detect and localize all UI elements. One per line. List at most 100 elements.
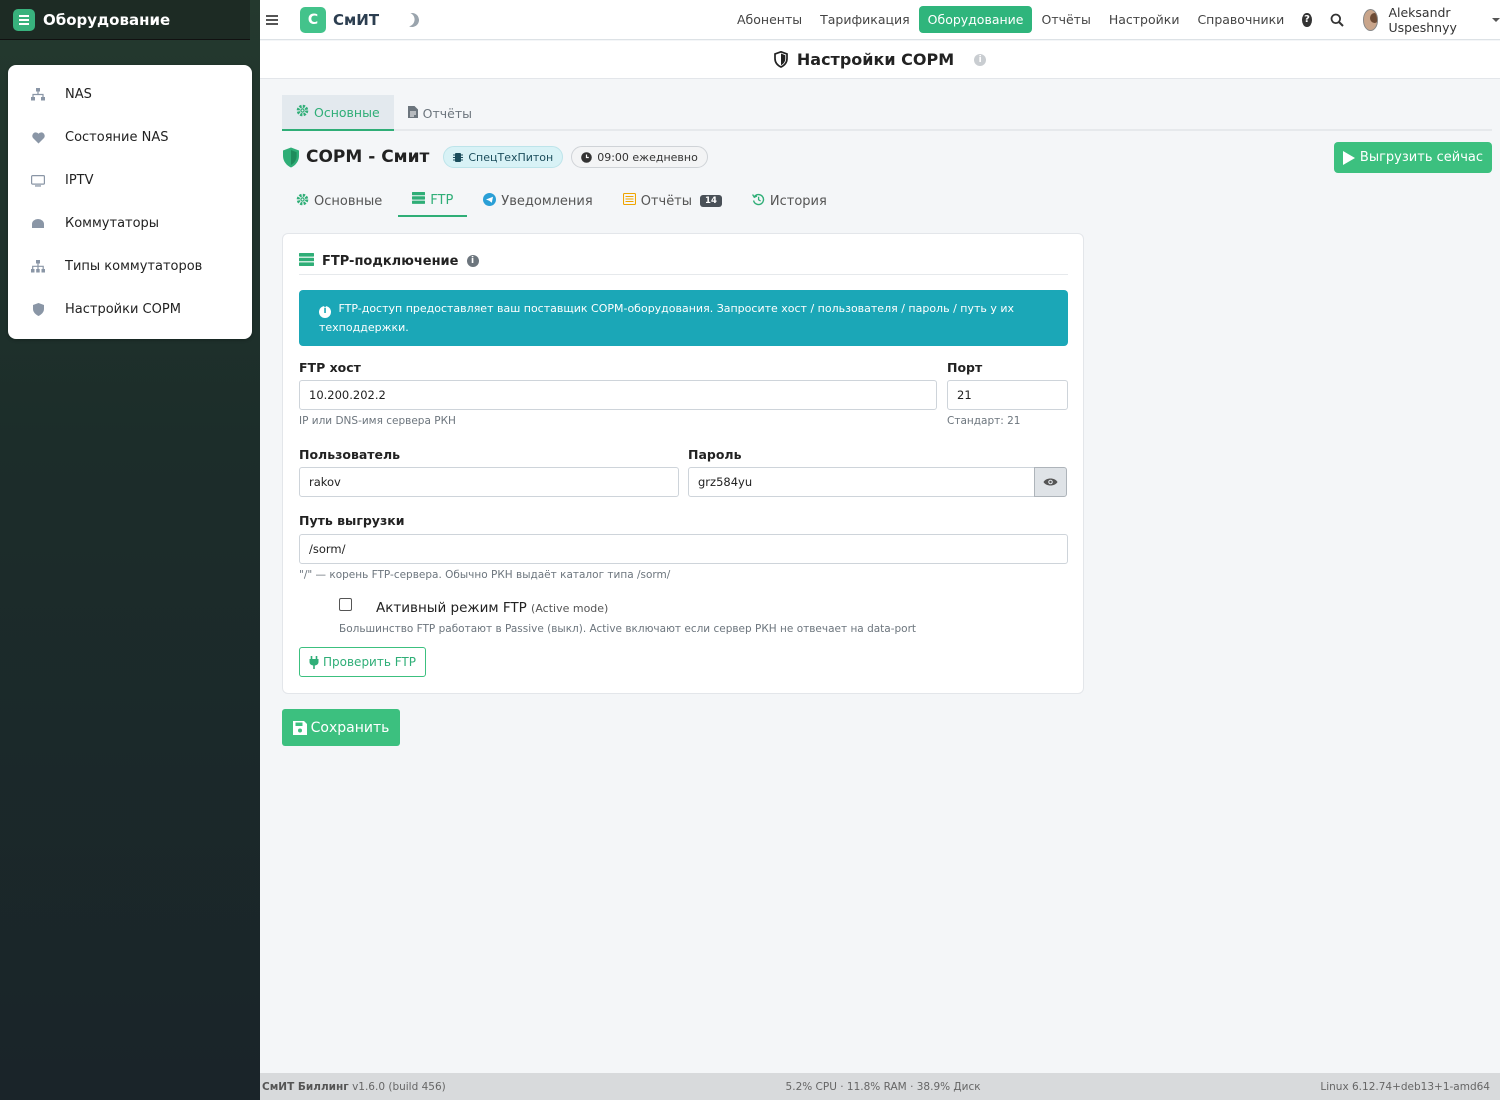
ftp-path-input[interactable]: /sorm/ — [299, 534, 1068, 564]
user-name[interactable]: Aleksandr Uspeshnyy — [1388, 5, 1480, 35]
tab-label: Отчёты — [422, 105, 472, 121]
tab-main[interactable]: Основные — [282, 95, 394, 131]
floppy-icon — [292, 720, 307, 735]
ftp-card-header: FTP-подключение i — [299, 248, 1068, 275]
tab-reports-list[interactable]: Отчёты 14 — [609, 185, 736, 217]
sidebar-item-nas[interactable]: NAS — [8, 73, 252, 116]
shield-icon — [30, 303, 46, 317]
export-now-button[interactable]: Выгрузить сейчас — [1333, 142, 1492, 173]
sidebar-item-switch-types[interactable]: Типы коммутаторов — [8, 245, 252, 288]
nav-link-billing[interactable]: Тарификация — [811, 6, 919, 33]
help-icon[interactable]: ? — [1302, 12, 1312, 27]
search-icon[interactable] — [1330, 13, 1344, 27]
ftp-password-input[interactable]: grz584yu — [688, 467, 1035, 497]
sidebar: Оборудование NAS Состояние NAS IPTV Комм… — [0, 0, 260, 1100]
ftp-port-label: Порт — [947, 360, 983, 375]
ftp-info-alert: i FTP-доступ предоставляет ваш поставщик… — [299, 290, 1068, 346]
alert-text-2: техподдержки. — [319, 321, 409, 334]
schedule-badge-text: 09:00 ежедневно — [597, 150, 698, 164]
ftp-host-input[interactable]: 10.200.202.2 — [299, 380, 937, 410]
tab-label: Уведомления — [501, 193, 593, 209]
logo-text[interactable]: СмИТ — [333, 11, 379, 29]
vendor-badge: СпецТехПитон — [443, 146, 564, 168]
tab-label: FTP — [430, 192, 454, 208]
ftp-port-input[interactable]: 21 — [947, 380, 1068, 410]
schedule-badge: 09:00 ежедневно — [571, 146, 708, 168]
ftp-host-label: FTP хост — [299, 360, 361, 375]
ftp-path-hint: "/" — корень FTP-сервера. Обычно РКН выд… — [299, 569, 671, 581]
network-icon — [30, 88, 46, 102]
info-icon[interactable]: i — [466, 255, 479, 267]
history-icon — [751, 193, 765, 210]
show-password-button[interactable] — [1034, 467, 1067, 497]
server-icon — [13, 8, 35, 31]
page-header: Настройки СОРМ i — [260, 41, 1500, 79]
sidebar-item-iptv[interactable]: IPTV — [8, 159, 252, 202]
tv-icon — [30, 174, 46, 188]
menu-toggle-icon[interactable] — [266, 18, 278, 21]
top-tabs: Основные Отчёты — [282, 95, 1492, 131]
logo-icon[interactable]: С — [300, 6, 326, 33]
active-mode-checkbox[interactable] — [339, 598, 352, 611]
file-icon — [407, 105, 418, 121]
server-icon — [412, 192, 426, 208]
sidebar-title: Оборудование — [43, 10, 171, 29]
list-icon — [622, 192, 636, 209]
tab-ftp[interactable]: FTP — [398, 185, 468, 217]
sorm-title-text: СОРМ - Смит — [306, 147, 430, 167]
active-mode-label[interactable]: Активный режим FTP (Active mode) — [376, 600, 608, 616]
plug-icon — [309, 655, 319, 669]
sorm-title: СОРМ - Смит — [282, 147, 429, 168]
sidebar-item-sorm-settings[interactable]: Настройки СОРМ — [8, 288, 252, 331]
active-mode-sublabel: (Active mode) — [531, 602, 609, 615]
active-mode-hint: Большинство FTP работают в Passive (выкл… — [339, 623, 917, 635]
ftp-path-label: Путь выгрузки — [299, 513, 405, 528]
ftp-card: FTP-подключение i i FTP-доступ предостав… — [282, 233, 1084, 694]
top-navbar: С СмИТ Абоненты Тарификация Оборудование… — [260, 0, 1500, 40]
sitemap-icon — [30, 260, 46, 274]
save-button[interactable]: Сохранить — [282, 709, 400, 746]
alert-text: FTP-доступ предоставляет ваш поставщик С… — [338, 302, 1015, 315]
info-circle-icon: i — [319, 305, 331, 318]
play-icon — [1342, 150, 1355, 165]
ftp-user-input[interactable]: rakov — [299, 467, 679, 497]
sidebar-brand[interactable]: Оборудование — [0, 0, 250, 40]
dark-mode-icon[interactable] — [403, 11, 421, 29]
sidebar-item-label: Коммутаторы — [65, 216, 160, 231]
tab-notifications[interactable]: Уведомления — [469, 185, 606, 217]
tab-reports[interactable]: Отчёты — [394, 95, 486, 131]
tab-general[interactable]: Основные — [282, 185, 396, 217]
footer: СмИТ Биллинг v1.6.0 (build 456) 5.2% CPU… — [260, 1073, 1500, 1100]
clock-icon — [581, 151, 593, 163]
nav-link-reports[interactable]: Отчёты — [1032, 6, 1099, 33]
info-icon[interactable]: i — [974, 53, 987, 66]
tab-history[interactable]: История — [738, 185, 841, 217]
export-now-label: Выгрузить сейчас — [1359, 150, 1483, 165]
footer-app: СмИТ Биллинг v1.6.0 (build 456) — [262, 1081, 446, 1093]
sidebar-item-label: Настройки СОРМ — [65, 302, 181, 317]
eye-icon — [1043, 478, 1058, 486]
telegram-icon — [483, 192, 497, 210]
footer-stats: 5.2% CPU · 11.8% RAM · 38.9% Диск — [785, 1080, 981, 1093]
sidebar-item-switches[interactable]: Коммутаторы — [8, 202, 252, 245]
ftp-port-hint: Стандарт: 21 — [947, 415, 1021, 427]
avatar[interactable] — [1362, 8, 1379, 31]
active-mode-label-text: Активный режим FTP — [376, 600, 527, 616]
nav-link-directories[interactable]: Справочники — [1188, 6, 1293, 33]
shield-check-icon — [283, 147, 299, 167]
footer-version: v1.6.0 (build 456) — [352, 1080, 446, 1093]
sidebar-item-nas-status[interactable]: Состояние NAS — [8, 116, 252, 159]
main-content: Основные Отчёты СОРМ - Смит СпецТехПитон… — [282, 95, 1492, 746]
switch-icon — [30, 217, 46, 231]
nav-link-settings[interactable]: Настройки — [1100, 6, 1189, 33]
nav-link-equipment[interactable]: Оборудование — [918, 6, 1033, 33]
vendor-badge-text: СпецТехПитон — [468, 150, 554, 164]
footer-app-name: СмИТ Биллинг — [262, 1080, 349, 1093]
shield-icon — [774, 51, 788, 68]
page-title-text: Настройки СОРМ — [796, 50, 955, 69]
tab-label: История — [769, 193, 827, 209]
nav-link-subscribers[interactable]: Абоненты — [728, 6, 811, 33]
ftp-user-label: Пользователь — [299, 447, 401, 462]
chevron-down-icon[interactable] — [1492, 17, 1500, 22]
test-ftp-button[interactable]: Проверить FTP — [299, 647, 426, 677]
